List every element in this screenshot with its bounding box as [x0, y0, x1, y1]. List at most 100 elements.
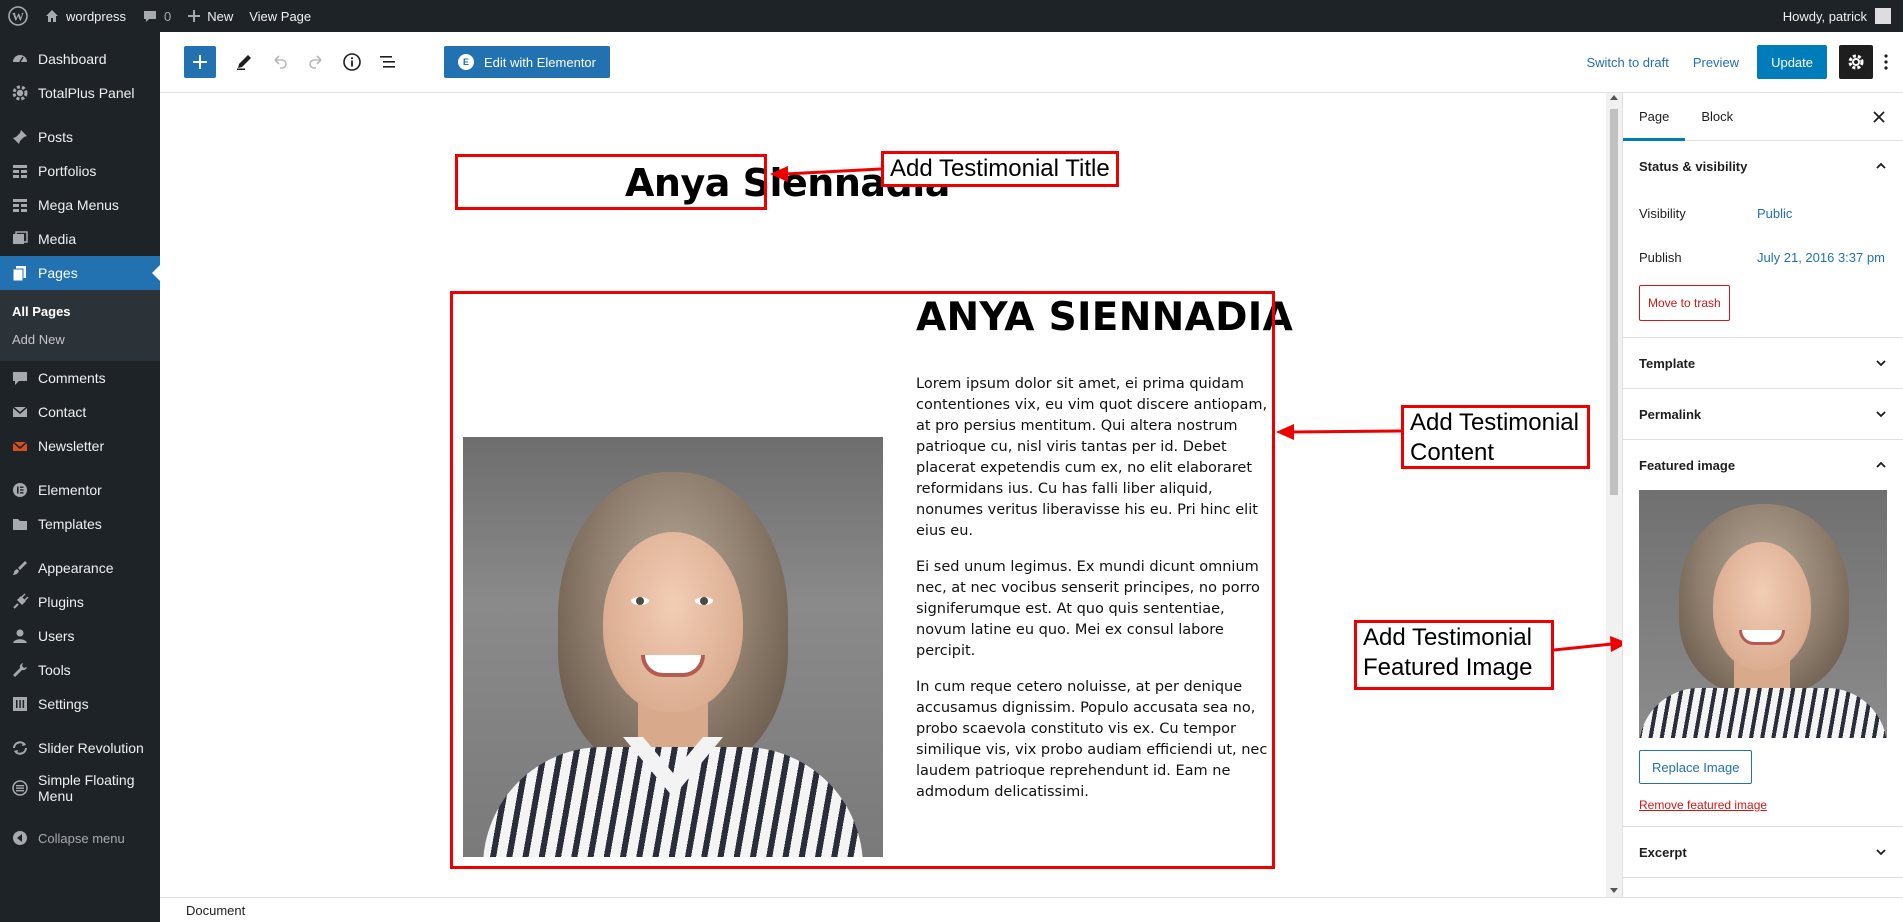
pages-submenu: All Pages Add New [0, 290, 160, 361]
scroll-up-arrow-icon[interactable] [1610, 95, 1618, 100]
submenu-all-pages[interactable]: All Pages [0, 297, 160, 325]
thumb-face [1713, 542, 1811, 670]
sidebar-item-totalplus-panel[interactable]: TotalPlus Panel [0, 76, 160, 110]
new-content-link[interactable]: New [179, 0, 241, 32]
sidebar-item-contact[interactable]: Contact [0, 395, 160, 429]
scroll-down-arrow-icon[interactable] [1610, 888, 1618, 893]
callout-title: Add Testimonial Title [881, 151, 1119, 187]
edit-with-elementor-button[interactable]: E Edit with Elementor [444, 46, 610, 78]
gear-icon [1848, 54, 1864, 70]
publish-label: Publish [1639, 249, 1682, 265]
sidebar-item-label: Simple Floating Menu [38, 772, 135, 804]
wordpress-logo-icon[interactable]: W [0, 0, 36, 32]
submenu-add-new[interactable]: Add New [0, 325, 160, 353]
pencil-icon [237, 55, 251, 70]
tab-page[interactable]: Page [1623, 93, 1685, 141]
sidebar-item-comments[interactable]: Comments [0, 361, 160, 395]
newsletter-icon [10, 436, 30, 456]
sidebar-item-portfolios[interactable]: Portfolios [0, 154, 160, 188]
sidebar-item-label: Appearance [38, 560, 114, 576]
update-button[interactable]: Update [1757, 45, 1827, 79]
sidebar-item-label: Dashboard [38, 51, 107, 67]
publish-date-link[interactable]: July 21, 2016 3:37 pm [1757, 250, 1885, 265]
template-toggle[interactable]: Template [1623, 338, 1903, 388]
view-page-link[interactable]: View Page [241, 0, 319, 32]
site-name: wordpress [66, 8, 126, 24]
visibility-row: Visibility Public [1623, 191, 1903, 235]
dashboard-icon [10, 49, 30, 69]
account-menu[interactable]: Howdy, patrick [1783, 8, 1903, 24]
elementor-label: Edit with Elementor [484, 54, 596, 70]
home-icon [44, 8, 60, 24]
settings-toggle-button[interactable] [1839, 45, 1873, 79]
panel-title: Template [1639, 355, 1696, 371]
undo-icon [274, 55, 287, 69]
sidebar-item-mega-menus[interactable]: Mega Menus [0, 188, 160, 222]
sidebar-item-elementor[interactable]: Elementor [0, 473, 160, 507]
outline-button[interactable] [372, 46, 404, 78]
media-icon [10, 229, 30, 249]
sidebar-item-label: Elementor [38, 482, 102, 498]
comments-link[interactable]: 0 [134, 0, 179, 32]
settings-tabs: Page Block [1623, 93, 1903, 141]
sidebar-item-label: Contact [38, 404, 87, 420]
kebab-menu-icon [1884, 54, 1888, 70]
comment-icon [10, 368, 30, 388]
sidebar-item-simple-floating-menu[interactable]: Simple Floating Menu [0, 765, 160, 811]
excerpt-toggle[interactable]: Excerpt [1623, 827, 1903, 877]
sidebar-item-newsletter[interactable]: Newsletter [0, 429, 160, 463]
sidebar-item-posts[interactable]: Posts [0, 120, 160, 154]
sidebar-item-users[interactable]: Users [0, 619, 160, 653]
collapse-icon [10, 828, 30, 848]
switch-to-draft-button[interactable]: Switch to draft [1574, 55, 1680, 70]
sidebar-item-dashboard[interactable]: Dashboard [0, 42, 160, 76]
remove-featured-image-link[interactable]: Remove featured image [1639, 798, 1887, 812]
featured-image-toggle[interactable]: Featured image [1623, 440, 1903, 490]
sidebar-item-tools[interactable]: Tools [0, 653, 160, 687]
more-menu-button[interactable] [1873, 45, 1899, 79]
svg-text:W: W [12, 10, 24, 24]
collapse-menu-button[interactable]: Collapse menu [0, 821, 160, 855]
sidebar-item-label: Tools [38, 662, 71, 678]
preview-button[interactable]: Preview [1681, 55, 1751, 70]
grid-icon [10, 161, 30, 181]
close-icon[interactable] [1869, 107, 1889, 127]
sidebar-item-label: Slider Revolution [38, 740, 144, 756]
thumb-shirt [1639, 688, 1887, 738]
undo-button[interactable] [264, 46, 296, 78]
featured-image-thumbnail[interactable] [1639, 490, 1887, 738]
move-to-trash-button[interactable]: Move to trash [1639, 285, 1730, 321]
redo-button[interactable] [300, 46, 332, 78]
sidebar-item-label: Settings [38, 696, 89, 712]
admin-bar: W wordpress 0 New View Page Howdy, patri… [0, 0, 1903, 32]
breadcrumb-document[interactable]: Document [186, 903, 245, 918]
canvas-scrollbar[interactable] [1606, 93, 1622, 897]
replace-image-button[interactable]: Replace Image [1639, 750, 1753, 784]
sidebar-item-media[interactable]: Media [0, 222, 160, 256]
sidebar-item-settings[interactable]: Settings [0, 687, 160, 721]
permalink-toggle[interactable]: Permalink [1623, 389, 1903, 439]
status-visibility-toggle[interactable]: Status & visibility [1623, 141, 1903, 191]
excerpt-panel: Excerpt [1623, 827, 1903, 878]
visibility-label: Visibility [1639, 205, 1686, 221]
collapse-label: Collapse menu [38, 830, 125, 846]
site-name-link[interactable]: wordpress [36, 0, 134, 32]
sidebar-item-templates[interactable]: Templates [0, 507, 160, 541]
sidebar-item-plugins[interactable]: Plugins [0, 585, 160, 619]
tab-block[interactable]: Block [1685, 93, 1749, 141]
sidebar-item-slider-revolution[interactable]: Slider Revolution [0, 731, 160, 765]
plus-icon [187, 9, 201, 23]
sidebar-item-appearance[interactable]: Appearance [0, 551, 160, 585]
sidebar-item-label: Plugins [38, 594, 84, 610]
tools-button[interactable] [228, 46, 260, 78]
permalink-panel: Permalink [1623, 389, 1903, 440]
mail-icon [10, 402, 30, 422]
details-button[interactable] [336, 46, 368, 78]
add-block-button[interactable] [184, 46, 216, 78]
sidebar-item-pages[interactable]: Pages [0, 256, 160, 290]
scrollbar-thumb[interactable] [1610, 109, 1618, 495]
elementor-icon [10, 480, 30, 500]
chevron-up-icon [1876, 461, 1886, 468]
visibility-value-link[interactable]: Public [1757, 206, 1792, 221]
sidebar-item-label: Comments [38, 370, 106, 386]
